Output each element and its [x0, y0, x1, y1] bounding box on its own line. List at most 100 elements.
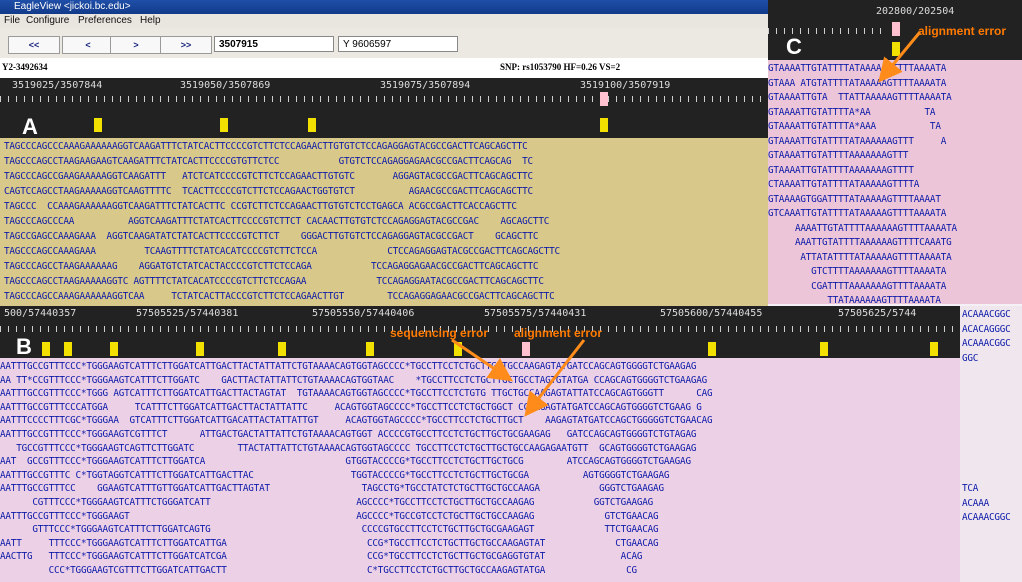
panel-right-strip: ACAAACGGC ACACAGGGC ACAAACGGC GGC TCA ACAAA AC…	[960, 306, 1022, 582]
y-position-field[interactable]: Y 9606597	[338, 36, 458, 52]
aligned-read: CAGTCCAGCCTAAGAAAAAGGTCAAGTTTTC TCACTTCC…	[4, 186, 533, 197]
aligned-read: TAGCCCAGCCGAAGAAAAAGGTCAAGATTT ATCTCATCC…	[4, 171, 533, 182]
mismatch-marker	[94, 118, 102, 132]
ruler-a: 3519025/3507844 3519050/3507869 3519075/…	[0, 78, 768, 139]
ruler-b-label: 57505600/57440455	[660, 308, 763, 319]
snp-position-marker	[892, 22, 900, 36]
status-bar: Y2-3492634 SNP: rs1053790 HF=0.26 VS=2	[0, 58, 768, 79]
ruler-a-label: 3519025/3507844	[12, 80, 103, 91]
aligned-read: TCA	[962, 483, 979, 494]
panel-a: 3519025/3507844 3519050/3507869 3519075/…	[0, 78, 768, 306]
title-bar: EagleView <jickoi.bc.edu>	[0, 0, 768, 14]
panel-b: 500/57440357 57505525/57440381 57505550/…	[0, 306, 960, 582]
alignment-error-annotation: alignment error	[514, 326, 603, 340]
mismatch-marker	[892, 42, 900, 56]
aligned-read: GTCAAATTGTATTTTATAAAAAGTTTTAAAATA	[768, 208, 947, 219]
first-button[interactable]: <<	[8, 36, 60, 54]
aligned-read: GGC	[962, 352, 979, 364]
aligned-read: TAGCCGAGCCAAAGAAA AGGTCAAGATATCTATCACTTC…	[4, 231, 539, 242]
ruler-b-label: 500/57440357	[4, 308, 77, 319]
aligned-read: GTAAA ATGTATTTTATAAAAAGTTTTAAAATA	[768, 77, 947, 89]
position-input[interactable]: 3507915	[214, 36, 334, 52]
aligned-read: AA TT*CCGTTTCCC*TGGGAAGTCATTTCTTGGATC GA…	[0, 374, 708, 386]
ruler-b-label: 57505550/57440406	[312, 308, 415, 319]
aligned-read: GTAAAATTGTATTTTA*AAA TA	[768, 121, 941, 132]
sequencing-error-annotation: sequencing error	[390, 326, 489, 340]
ruler-c-label: 202800/202504	[876, 6, 955, 17]
toolbar: << < > >> 3507915 Y 9606597	[0, 28, 768, 59]
mismatch-marker	[220, 118, 228, 132]
mismatch-marker	[278, 342, 286, 356]
aligned-read: GTAAAAGTGGATTTTATAAAAAGTTTTAAAAT	[768, 193, 941, 205]
alignment-error-annotation: alignment error	[918, 24, 1007, 38]
aligned-read: ACAAACGGC	[962, 309, 1011, 320]
aligned-read: AATTTGCCGTTTCCC*TGGGAAGT AGCCCC*TGCCGTCC…	[0, 510, 659, 522]
aligned-read: GTAAAATTGTATTTTATAAAAAGTTTTAAAATA	[768, 63, 947, 74]
aligned-read: TAGCCCAGCCAAAGAAA TCAAGTTTTCTATCACATCCCC…	[4, 246, 560, 257]
mismatch-marker	[820, 342, 828, 356]
last-button[interactable]: >>	[160, 36, 212, 54]
snp-info: SNP: rs1053790 HF=0.26 VS=2	[500, 62, 621, 72]
aligned-read: GTAAAATTGTATTTTAAAAAAAGTTT	[768, 150, 909, 161]
prev-button[interactable]: <	[62, 36, 114, 54]
menu-configure[interactable]: Configure	[26, 15, 69, 26]
ruler-b-label: 57505625/5744	[838, 308, 917, 319]
aligned-read: TAGCCCAGCCCAAAGAAAAAAGGTCAAGATTTCTATCACT…	[4, 141, 528, 152]
aligned-read: CTAAAATTGTATTTTATAAAAAGTTTTA	[768, 179, 920, 190]
ruler-a-ticks	[0, 96, 768, 102]
aligned-read: GTAAAATTGTA TTATTAAAAAGTTTTAAAATA	[768, 92, 952, 103]
aligned-read: AACTTG TTTCCC*TGGGAAGTCATTTCTTGGATCATCGA…	[0, 551, 643, 563]
menu-preferences[interactable]: Preferences	[78, 15, 132, 26]
aligned-read: GTAAAATTGTATTTTA*AA TA	[768, 106, 936, 118]
aligned-read: ACAAA	[962, 497, 989, 509]
aligned-read: AATTTGCCGTTTC C*TGGTAGGTCATTTCTTGGATCATT…	[0, 469, 670, 481]
aligned-read: TAGCCC CCAAAGAAAAAAGGTCAAGATTTCTATCACTTC…	[4, 201, 517, 212]
panel-c-letter: C	[786, 34, 802, 59]
aligned-read: AATTTGCCGTTTCCC*TGGGAAGTCGTTTCT ATTGACTG…	[0, 429, 697, 440]
aligned-read: AATTTCCCCTTTCGC*TGGGAA GTCATTTCTTGGATCAT…	[0, 415, 713, 427]
snp-position-marker	[600, 92, 608, 106]
mismatch-marker	[64, 342, 72, 356]
ruler-b-label: 57505575/57440431	[484, 308, 587, 319]
aligned-read: AATT TTTCCC*TGGGAAGTCATTTCTTGGATCATTGA C…	[0, 537, 659, 549]
next-button[interactable]: >	[110, 36, 162, 54]
aligned-read: TAGCCCAGCCAAAGAAAAAAGGTCAA TCTATCACTTACC…	[4, 291, 555, 302]
ruler-b-label: 57505525/57440381	[136, 308, 239, 319]
mismatch-marker	[930, 342, 938, 356]
ruler-c: 202800/202504 C alignment error	[768, 0, 1022, 60]
aligned-read: TAGCCCAGCCCAA AGGTCAAGATTTCTATCACTTCCCCG…	[4, 216, 550, 227]
mismatch-marker	[308, 118, 316, 132]
aligned-read: TAGCCCAGCCTAAGAAGAAGTCAAGATTTCTATCACTTCC…	[4, 156, 533, 167]
aligned-read: GTAAAATTGTATTTTAAAAAAAGTTTT	[768, 164, 914, 176]
aligned-read: ACACAGGGC	[962, 323, 1011, 335]
aligned-read: TAGCCCAGCCTAAGAAAAAAG AGGATGTCTATCACTACC…	[4, 261, 539, 272]
aligned-read: CGATTTTAAAAAAAGTTTTAAAATA	[768, 280, 947, 292]
aligned-read: ACAAACGGC	[962, 338, 1011, 349]
ruler-b: 500/57440357 57505525/57440381 57505550/…	[0, 306, 960, 359]
mismatch-marker	[600, 118, 608, 132]
panel-b-letter: B	[16, 334, 32, 359]
mismatch-marker	[110, 342, 118, 356]
aligned-read: CCC*TGGGAAGTCGTTTCTTGGATCATTGACTT C*TGCC…	[0, 565, 638, 576]
aligned-read: GTAAAATTGTATTTTATAAAAAAGTTT A	[768, 135, 947, 147]
mismatch-marker	[454, 342, 462, 356]
mismatch-marker	[196, 342, 204, 356]
window-title: EagleView <jickoi.bc.edu>	[14, 1, 131, 12]
aligned-read: AAATTGTATTTTAAAAAAGTTTTCAAATG	[768, 237, 952, 248]
aligned-read: GTTTCCC*TGGGAAGTCATTTCTTGGATCAGTG CCCCGT…	[0, 524, 659, 536]
aligned-read: AAAATTGTATTTTAAAAAAGTTTTAAAATA	[768, 222, 957, 234]
mismatch-marker	[708, 342, 716, 356]
aligned-read: AATTTGCCGTTTCC GGAAGTCATTTGTTGGATCATTGAC…	[0, 483, 664, 495]
aligned-read: AAT GCCGTTTCCC*TGGGAAGTCATTTCTTGGATCA GT…	[0, 456, 691, 468]
aligned-read: ATTATATTTTATAAAAAGTTTTAAAATA	[768, 251, 952, 263]
aligned-read: AATTTGCCGTTTCCC*TGGG AGTCATTTCTTGGATCATT…	[0, 388, 713, 400]
aligned-read: TAGCCCAGCCTAAGAAAAAGGTC AGTTTTCTATCACATC…	[4, 276, 544, 287]
aligned-read: TGCCGTTTCCC*TGGGAAGTCAGTTCTTGGATC TTACTA…	[0, 442, 697, 454]
menu-help[interactable]: Help	[140, 15, 161, 26]
snp-position-marker	[522, 342, 530, 356]
panel-c: 202800/202504 C alignment error GTAAAATT…	[768, 0, 1022, 306]
aligned-read: AATTTGCCGTTTCCC*TGGGAAGTCATTTCTTGGATCATT…	[0, 361, 697, 372]
menu-file[interactable]: File	[4, 15, 20, 26]
aligned-read: CGTTTCCC*TGGGAAGTCATTTCTGGGATCATT AGCCCC…	[0, 497, 654, 508]
mismatch-marker	[366, 342, 374, 356]
